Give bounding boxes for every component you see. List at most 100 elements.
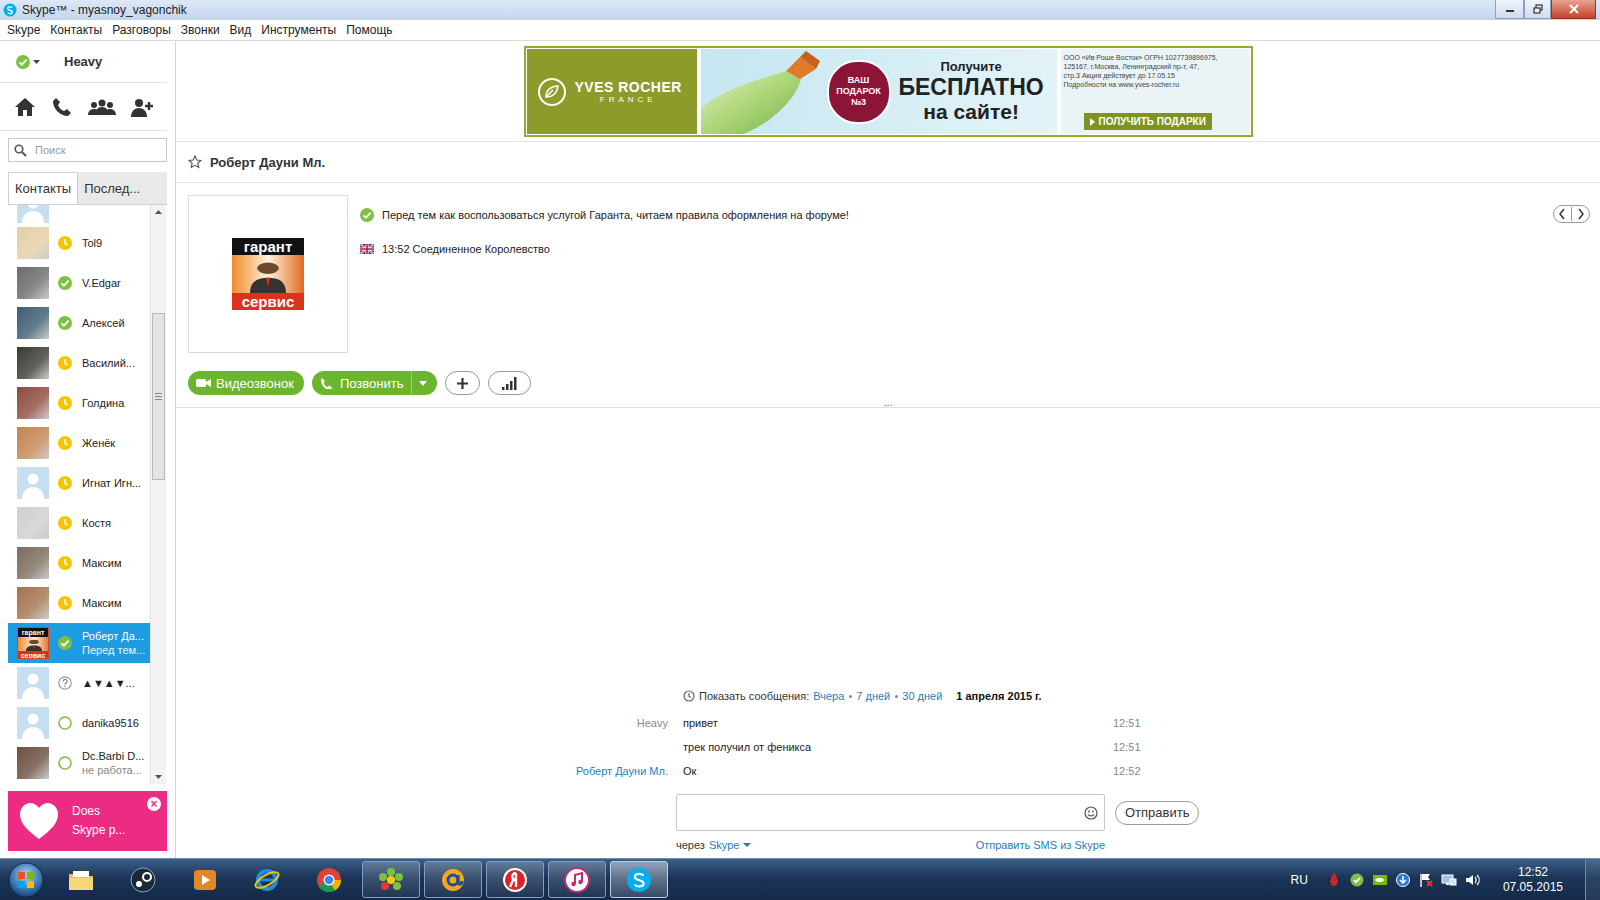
arrow-down-icon <box>155 775 162 779</box>
contact-item[interactable]: Голдина <box>8 383 150 423</box>
taskbar-app[interactable] <box>610 861 668 898</box>
message-field[interactable] <box>676 794 1105 831</box>
prev-icon[interactable] <box>1556 206 1568 222</box>
search-input[interactable] <box>33 143 157 157</box>
avatar-photo <box>17 387 49 419</box>
taskbar-app[interactable] <box>114 861 172 898</box>
contact-mood: Перед тем... <box>82 643 145 657</box>
language-indicator[interactable]: RU <box>1291 873 1308 887</box>
menu-item[interactable]: Помощь <box>341 23 397 37</box>
message-input[interactable] <box>683 805 1084 821</box>
person-icon <box>232 255 304 293</box>
chat-column: Показать сообщения:Вчера7 дней30 дней1 а… <box>573 686 1203 858</box>
menu-item[interactable]: Skype <box>2 23 45 37</box>
via-value[interactable]: Skype <box>709 839 740 851</box>
skype-tray-icon[interactable] <box>1349 872 1365 888</box>
sidebar-ad[interactable]: DoesSkype p...× <box>8 791 167 851</box>
start-button[interactable] <box>0 862 52 898</box>
show-desktop-button[interactable] <box>1585 859 1600 900</box>
contact-item[interactable]: Максим <box>8 543 150 583</box>
contact-item[interactable]: Tol9 <box>8 223 150 263</box>
menu-item[interactable]: Вид <box>225 23 257 37</box>
taskbar-app[interactable] <box>362 861 420 898</box>
taskbar-app[interactable] <box>424 861 482 898</box>
add-button[interactable] <box>445 371 480 395</box>
my-status[interactable]: Heavy <box>0 41 167 83</box>
sidebar-tab[interactable]: Послед... <box>78 172 146 204</box>
minimize-button[interactable] <box>1495 0 1524 19</box>
taskbar-app[interactable] <box>300 861 358 898</box>
taskbar-app[interactable] <box>238 861 296 898</box>
contact-item[interactable]: Алексей <box>8 303 150 343</box>
separator-dot <box>849 695 852 698</box>
contact-item[interactable]: Костя <box>8 503 150 543</box>
sidebar-tab[interactable]: Контакты <box>8 172 78 204</box>
history-option[interactable]: 30 дней <box>902 690 942 702</box>
avatar <box>17 227 49 259</box>
logo-text: гарант <box>18 628 48 637</box>
taskbar-app[interactable] <box>176 861 234 898</box>
next-icon[interactable] <box>1575 206 1587 222</box>
antivirus-icon[interactable] <box>1326 872 1342 888</box>
contact-item[interactable]: гарантсервисРоберт Да...Перед тем... <box>8 623 150 663</box>
ad-banner[interactable]: YVES ROCHERFRANCEВАШПОДАРОК№3ПолучитеБЕС… <box>524 46 1253 137</box>
scroll-thumb[interactable] <box>152 313 165 480</box>
scroll-up[interactable] <box>151 205 166 219</box>
history-option[interactable]: 7 дней <box>856 690 890 702</box>
contact-name: Максим <box>82 596 122 610</box>
via-selector[interactable]: Skype <box>709 839 752 851</box>
taskbar-app[interactable] <box>52 861 110 898</box>
scroll-down[interactable] <box>151 770 166 784</box>
contact-name: Голдина <box>82 396 124 410</box>
volume-icon[interactable] <box>1464 872 1480 888</box>
call-quality-button[interactable] <box>488 371 531 395</box>
cta-label: ПОЛУЧИТЬ ПОДАРКИ <box>1099 116 1206 127</box>
nvidia-icon[interactable] <box>1372 872 1388 888</box>
splitter-handle[interactable]: ... <box>883 398 892 407</box>
cta-button[interactable]: ПОЛУЧИТЬ ПОДАРКИ <box>1084 113 1212 130</box>
action-center-icon[interactable] <box>1418 872 1434 888</box>
contact-item[interactable]: Василий... <box>8 343 150 383</box>
network-icon[interactable] <box>1441 872 1457 888</box>
call-dropdown[interactable] <box>411 371 427 395</box>
splitter[interactable]: ... <box>176 397 1600 408</box>
download-icon[interactable] <box>1395 872 1411 888</box>
contact-item[interactable]: ▲▼▲▼... <box>8 663 150 703</box>
menu-item[interactable]: Звонки <box>176 23 225 37</box>
contact-item[interactable]: Максим <box>8 583 150 623</box>
ad-headline: ПолучитеБЕСПЛАТНОна сайте! <box>899 59 1044 124</box>
sms-link[interactable]: Отправить SMS из Skype <box>976 839 1105 851</box>
contact-item[interactable]: Dc.Barbi D...не работа... <box>8 743 150 783</box>
scrollbar[interactable] <box>150 205 166 784</box>
search-field[interactable] <box>8 138 167 162</box>
menu-item[interactable]: Контакты <box>45 23 107 37</box>
contact-item[interactable]: Женёк <box>8 423 150 463</box>
headline-line: БЕСПЛАТНО <box>899 74 1044 100</box>
history-option[interactable]: Вчера <box>813 690 844 702</box>
contact-item[interactable]: danika9516 <box>8 703 150 743</box>
close-button[interactable]: × <box>147 797 161 811</box>
add-contact-icon[interactable] <box>131 97 155 117</box>
taskbar-app[interactable] <box>548 861 606 898</box>
contact-name: Женёк <box>82 436 115 450</box>
star-icon[interactable] <box>188 155 202 169</box>
video-button[interactable]: Видеозвонок <box>188 371 304 395</box>
send-button[interactable]: Отправить <box>1115 801 1199 825</box>
emoticon-icon[interactable] <box>1084 806 1098 820</box>
group-icon[interactable] <box>88 97 116 117</box>
contact-item[interactable]: Игнат Игн... <box>8 463 150 503</box>
ad-line: Does <box>72 802 125 821</box>
close-button[interactable] <box>1551 0 1596 19</box>
time-line: 13:52 Соединенное Королевство <box>360 241 1553 257</box>
call-button[interactable]: Позвонить <box>312 371 438 395</box>
clock[interactable]: 12:5207.05.2015 <box>1503 865 1563 895</box>
contact-item[interactable]: V.Edgar <box>8 263 150 303</box>
history-option[interactable]: 1 апреля 2015 г. <box>956 690 1041 702</box>
taskbar-app[interactable] <box>486 861 544 898</box>
message-sender[interactable]: Роберт Дауни Мл. <box>573 765 683 777</box>
menu-item[interactable]: Инструменты <box>256 23 341 37</box>
menu-item[interactable]: Разговоры <box>107 23 176 37</box>
home-icon[interactable] <box>14 96 36 118</box>
phone-icon[interactable] <box>51 96 73 118</box>
maximize-button[interactable] <box>1524 0 1551 19</box>
